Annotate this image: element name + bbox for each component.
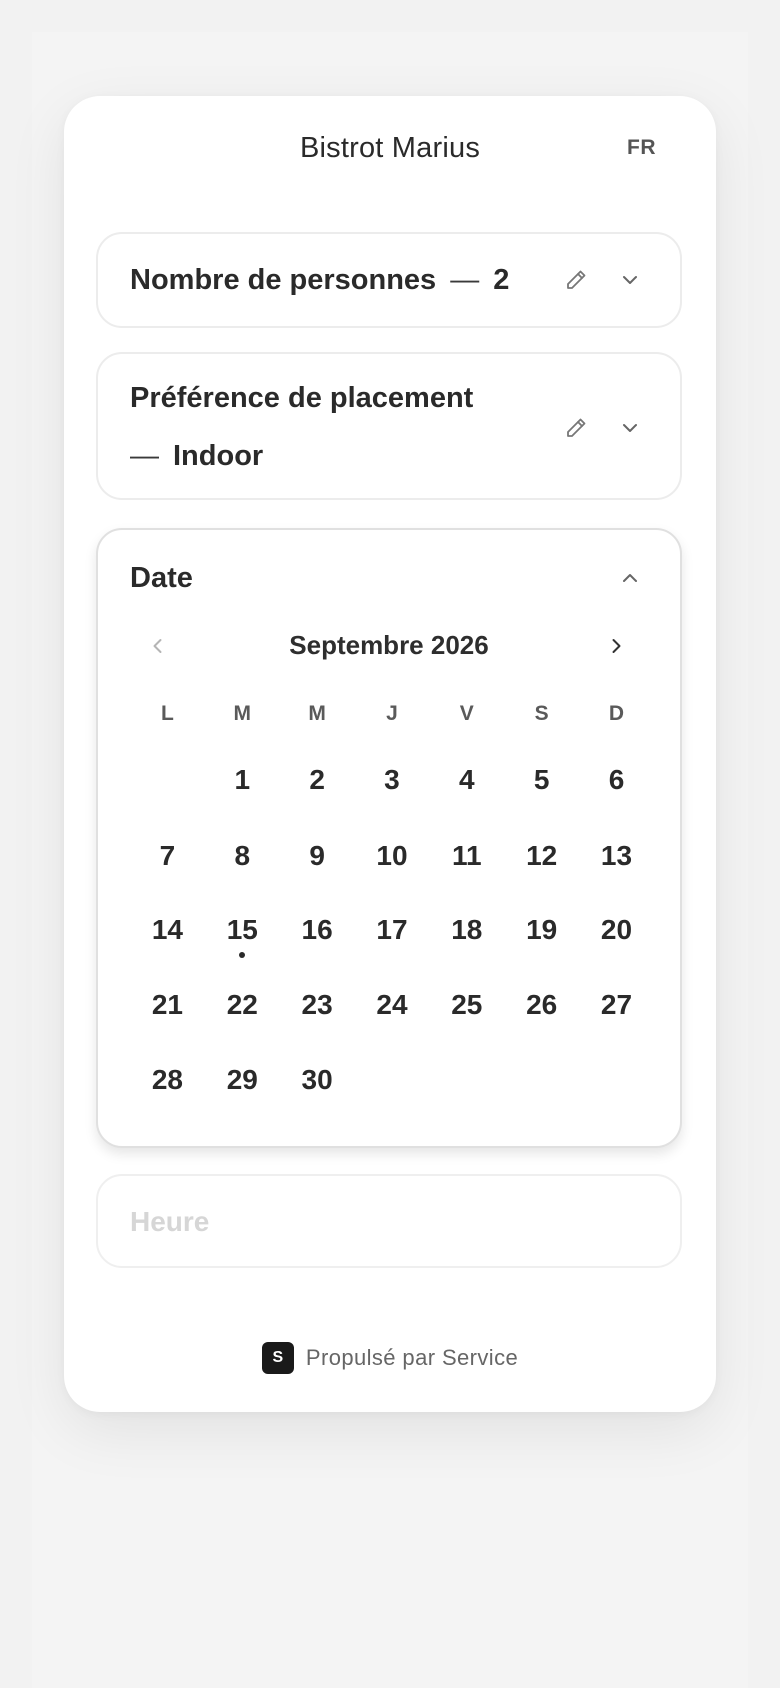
weekday-label: L [161,702,174,725]
calendar-day[interactable]: 5 [504,760,579,820]
calendar-day[interactable]: 22 [205,985,280,1045]
calendar-day[interactable]: 10 [355,836,430,896]
calendar-day[interactable]: 30 [280,1060,355,1120]
chevron-right-icon[interactable] [602,632,630,660]
calendar-day[interactable]: 1 [205,760,280,820]
date-section: Date Septembre 2026 L M M J V S D 1 2 3 … [96,528,682,1148]
calendar-day[interactable]: 26 [504,985,579,1045]
calendar-day[interactable]: 20 [579,910,654,970]
weekday-label: M [233,702,252,725]
powered-by-link[interactable]: S Propulsé par Service [64,1342,716,1374]
booking-card: Bistrot Marius FR Nombre de personnes —2 … [64,96,716,1412]
placement-separator: — [130,440,159,472]
weekday-label: M [308,702,326,725]
calendar-day[interactable]: 6 [579,760,654,820]
calendar-day[interactable]: 3 [355,760,430,820]
calendar-day[interactable]: 7 [130,836,205,896]
calendar-week: 28 29 30 [130,1060,654,1120]
chevron-down-icon[interactable] [616,266,644,294]
service-logo: S [261,1342,294,1374]
calendar-day-empty [355,1060,430,1120]
time-label: Heure [130,1206,210,1237]
calendar-day-empty [429,1060,504,1120]
time-section: Heure [96,1174,682,1268]
calendar-day-empty [504,1060,579,1120]
persons-summary: Nombre de personnes — 2 [130,264,509,297]
weekday-label: D [608,702,625,725]
calendar-day[interactable]: 2 [280,760,355,820]
weekday-label: J [386,702,398,725]
persons-value: 2 [493,264,510,296]
calendar-week: 14 15 16 17 18 19 20 [130,910,654,970]
calendar-week: 1 2 3 4 5 6 [130,760,654,820]
calendar-day[interactable]: 4 [429,760,504,820]
persons-label: Nombre de personnes [130,264,437,296]
language-switcher[interactable]: FR [627,136,656,160]
calendar-day[interactable]: 24 [355,985,430,1045]
calendar-weekdays: L M M J V S D [130,702,654,726]
placement-summary: — Indoor [130,440,263,473]
calendar-day[interactable]: 12 [504,836,579,896]
persons-section[interactable]: Nombre de personnes — 2 [96,232,682,328]
calendar-month: Septembre 2026 [289,630,489,660]
calendar-day[interactable]: 17 [355,910,430,970]
placement-value: Indoor [173,440,264,472]
weekday-label: S [534,702,549,725]
calendar-day[interactable]: 9 [280,836,355,896]
today-number: 15 [226,914,258,945]
chevron-down-icon[interactable] [616,414,644,442]
powered-by-text: Propulsé par Service [305,1345,519,1370]
calendar-day[interactable]: 21 [130,985,205,1045]
weekday-label: V [459,702,474,725]
calendar-day[interactable]: 25 [429,985,504,1045]
persons-separator: — [450,264,480,296]
chevron-up-icon[interactable] [616,564,644,592]
calendar-day-empty [130,760,205,820]
chevron-left-icon[interactable] [144,632,172,660]
pencil-icon[interactable] [562,266,590,294]
restaurant-name: Bistrot Marius [299,132,481,164]
calendar-day[interactable]: 18 [429,910,504,970]
calendar-day[interactable]: 16 [280,910,355,970]
pencil-icon[interactable] [562,414,590,442]
calendar-day[interactable]: 8 [205,836,280,896]
calendar-day-empty [579,1060,654,1120]
calendar-day-today[interactable]: 15 [205,910,280,970]
date-label: Date [130,562,193,594]
calendar-day[interactable]: 11 [429,836,504,896]
placement-label: Préférence de placement [130,382,474,414]
calendar-day[interactable]: 13 [579,836,654,896]
calendar-day[interactable]: 29 [205,1060,280,1120]
calendar-week: 21 22 23 24 25 26 27 [130,985,654,1045]
calendar-day[interactable]: 28 [130,1060,205,1120]
calendar-day[interactable]: 19 [504,910,579,970]
calendar-day[interactable]: 27 [579,985,654,1045]
calendar-week: 7 8 9 10 11 12 13 [130,836,654,896]
calendar-day[interactable]: 23 [280,985,355,1045]
placement-section[interactable]: Préférence de placement — Indoor [96,352,682,500]
calendar-day[interactable]: 14 [130,910,205,970]
today-dot [239,952,246,958]
